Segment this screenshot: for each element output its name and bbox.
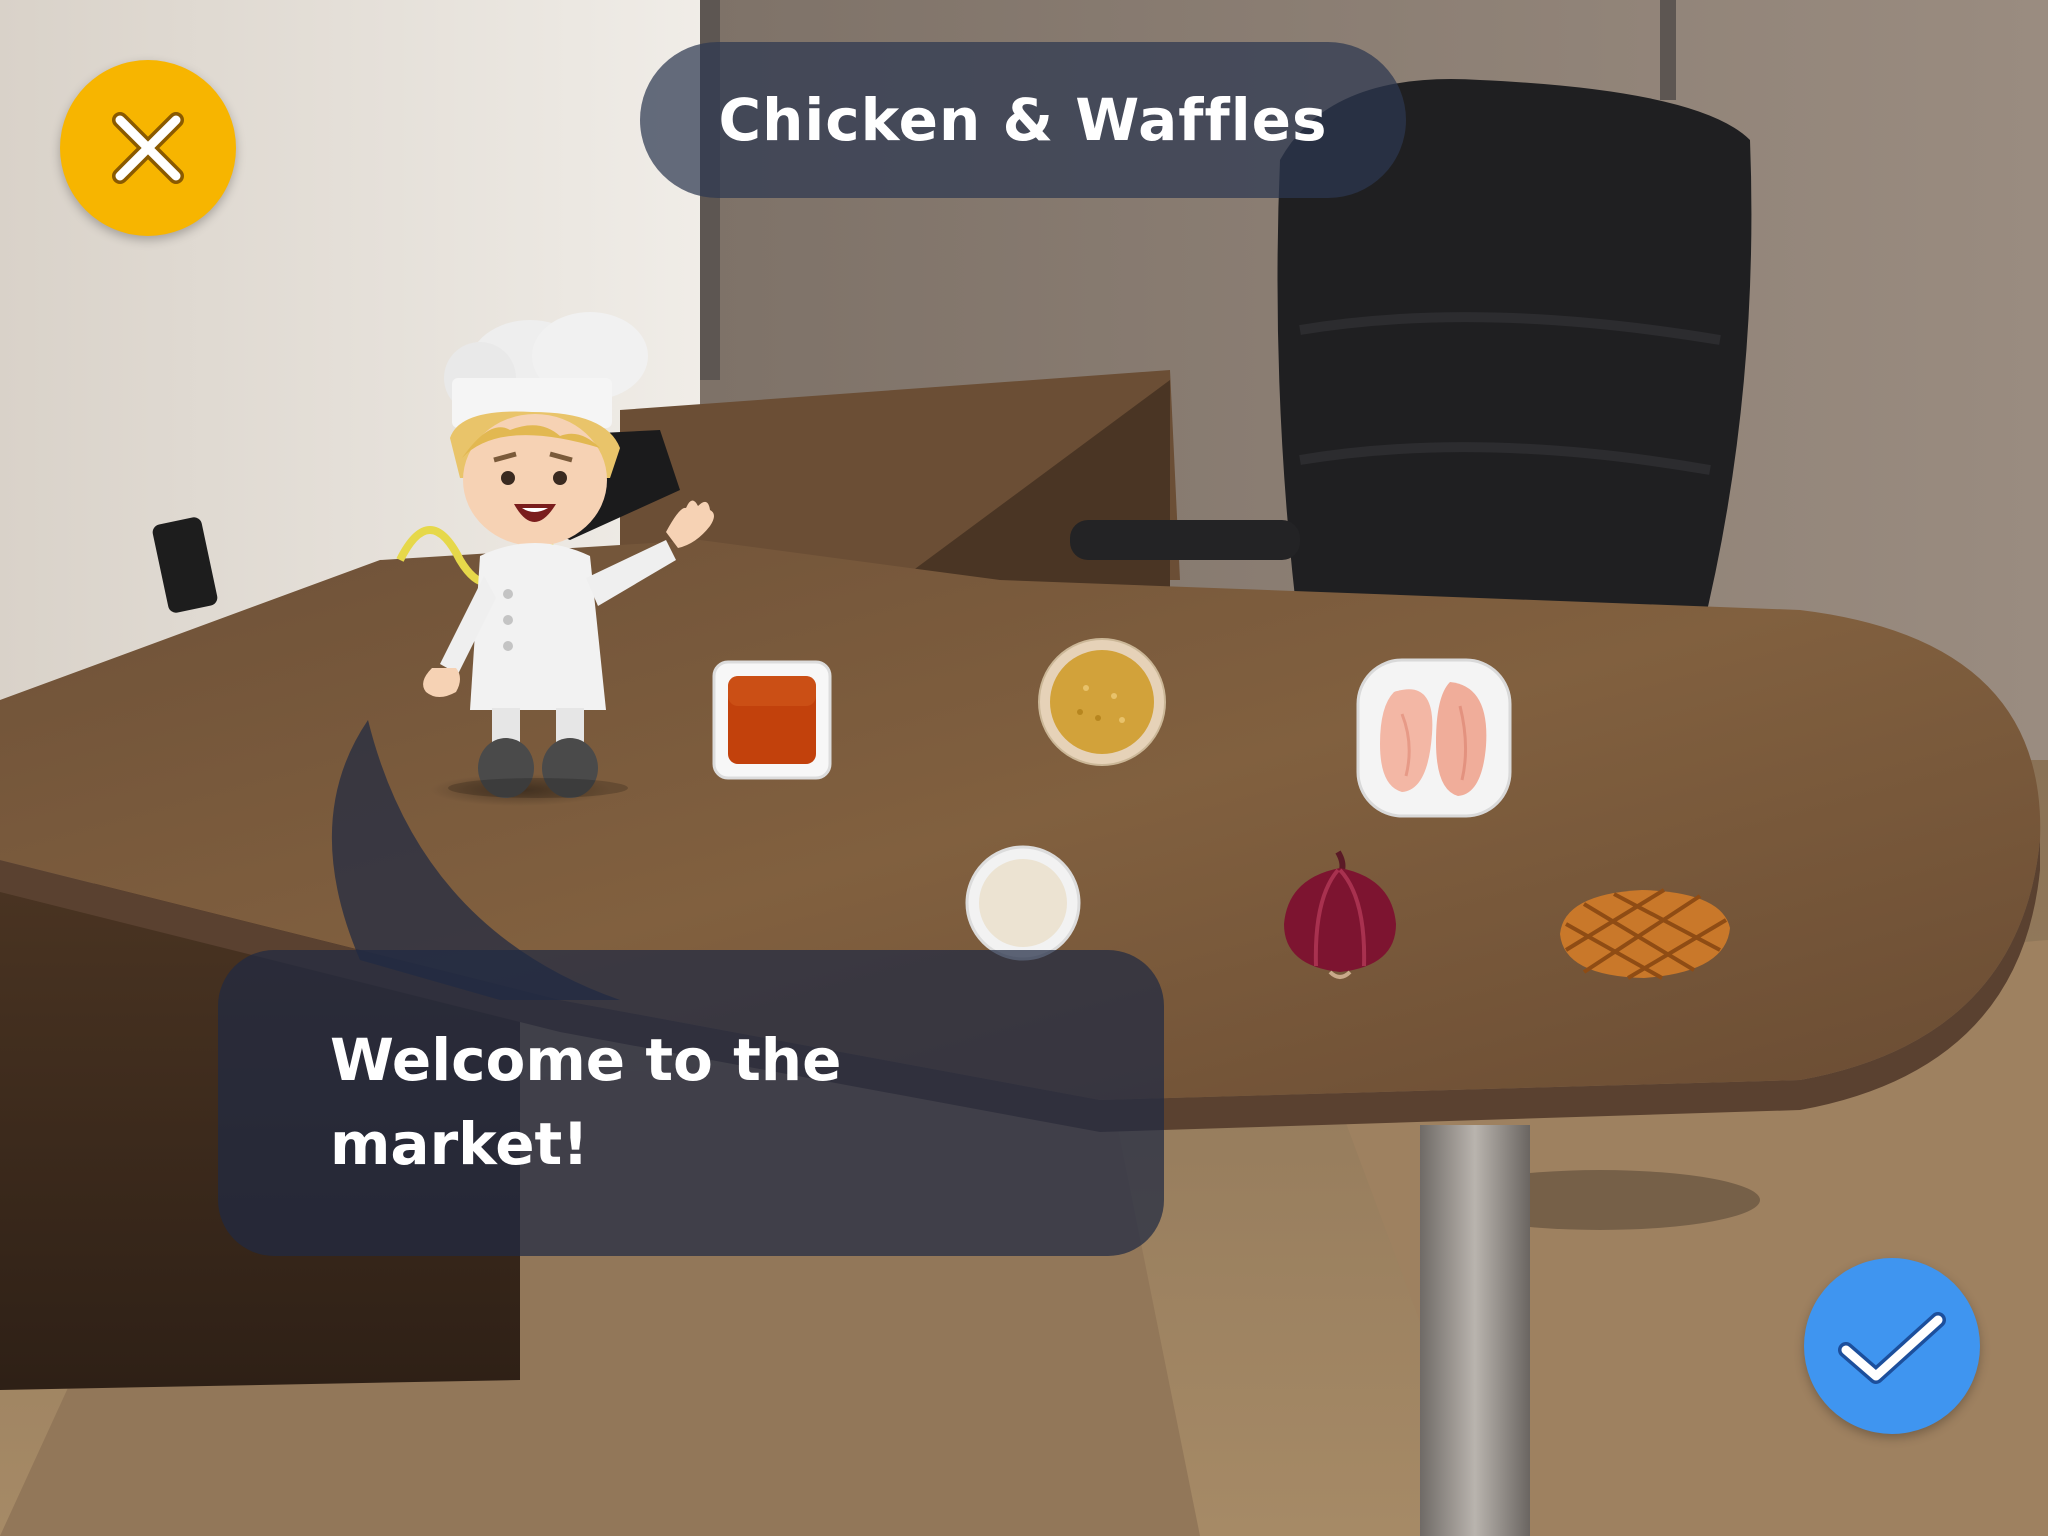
chef-hat: [444, 312, 648, 428]
waffle-icon[interactable]: [1544, 880, 1740, 988]
speech-bubble-message: Welcome to the market!: [330, 1026, 842, 1178]
confirm-button[interactable]: [1804, 1258, 1980, 1434]
checkmark-icon: [1838, 1312, 1946, 1384]
milk-bowl-icon[interactable]: [964, 844, 1082, 962]
speech-bubble: Welcome to the market!: [218, 950, 1164, 1256]
recipe-title: Chicken & Waffles: [718, 86, 1328, 154]
close-x-icon: [112, 112, 184, 184]
red-onion-icon[interactable]: [1278, 848, 1404, 984]
recipe-title-banner: Chicken & Waffles: [640, 42, 1406, 198]
breadcrumb-bowl-icon[interactable]: [1036, 636, 1168, 768]
chicken-breast-plate-icon[interactable]: [1354, 654, 1514, 822]
syrup-dish-icon[interactable]: [710, 658, 834, 782]
close-button[interactable]: [60, 60, 236, 236]
